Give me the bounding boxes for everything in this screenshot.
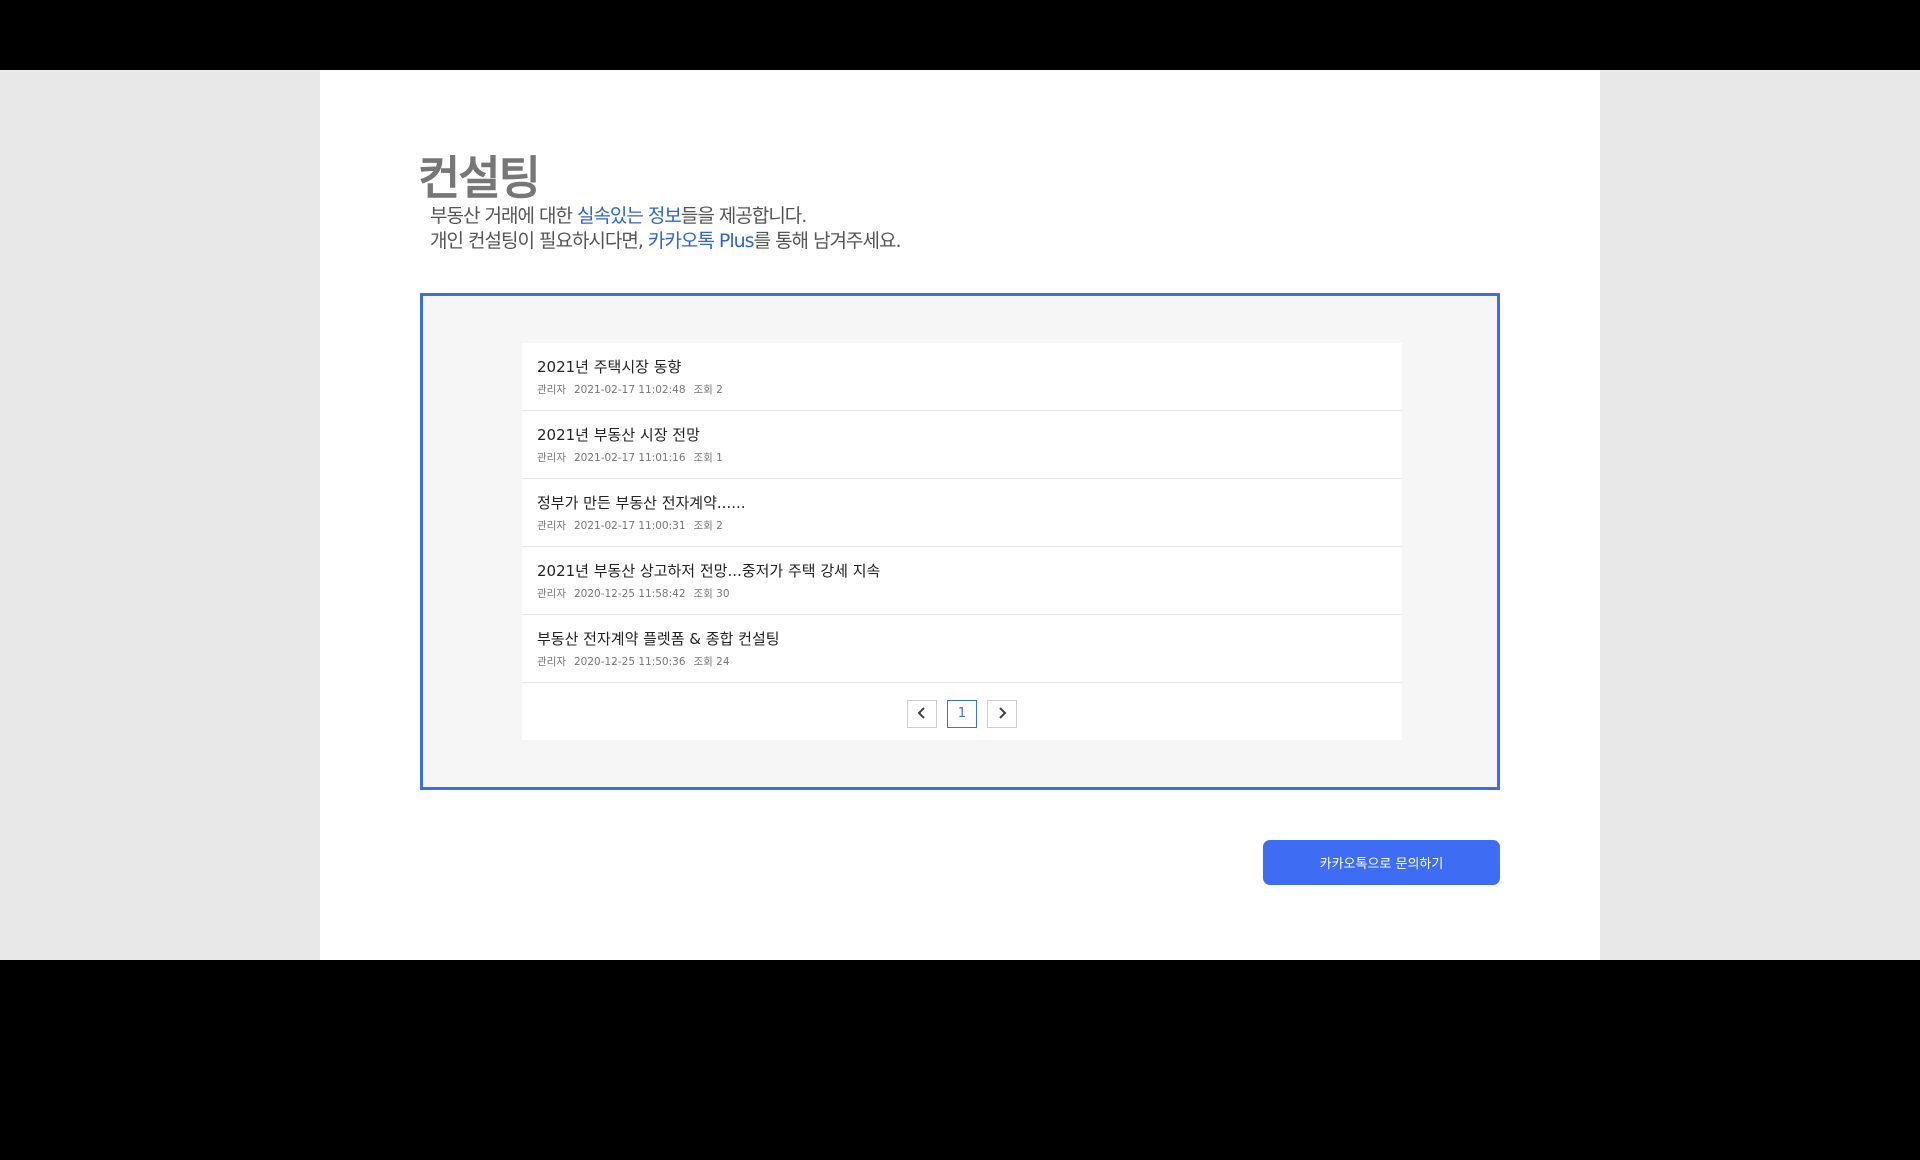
- list-item[interactable]: 부동산 전자계약 플렛폼 & 종합 컨설팅 관리자 2020-12-25 11:5…: [522, 615, 1402, 683]
- list-item[interactable]: 2021년 부동산 시장 전망 관리자 2021-02-17 11:01:16 조회…: [522, 411, 1402, 479]
- post-views: 조회 2: [693, 384, 723, 396]
- list-item[interactable]: 정부가 만든 부동산 전자계약...... 관리자 2021-02-17 11:0…: [522, 479, 1402, 547]
- chevron-left-icon: [917, 706, 925, 719]
- description-line-2: 개인 컨설팅이 필요하시다면, 카카오톡 Plus를 통해 남겨주세요.: [430, 229, 902, 254]
- post-date: 2020-12-25 11:50:36: [573, 656, 686, 668]
- post-date: 2021-02-17 11:00:31: [573, 520, 686, 532]
- post-meta: 관리자 2020-12-25 11:50:36 조회 24: [537, 654, 738, 669]
- next-page-button[interactable]: [987, 700, 1017, 728]
- post-title[interactable]: 2021년 부동산 상고하저 전망...중저가 주택 강세 지속: [537, 560, 880, 581]
- post-author: 관리자: [537, 588, 566, 600]
- list-item[interactable]: 2021년 부동산 상고하저 전망...중저가 주택 강세 지속 관리자 2020…: [522, 547, 1402, 615]
- list-item[interactable]: 2021년 주택시장 동향 관리자 2021-02-17 11:02:48 조회 2: [522, 343, 1402, 411]
- pagination: 1: [522, 700, 1402, 730]
- post-title[interactable]: 부동산 전자계약 플렛폼 & 종합 컨설팅: [537, 628, 780, 649]
- post-views: 조회 1: [693, 452, 723, 464]
- post-date: 2021-02-17 11:02:48: [573, 384, 686, 396]
- post-author: 관리자: [537, 452, 566, 464]
- content-page: 컨설팅 부동산 거래에 대한 실속있는 정보들을 제공합니다. 개인 컨설팅이 …: [320, 70, 1600, 960]
- description-text: 부동산 거래에 대한: [430, 205, 577, 227]
- post-views: 조회 30: [693, 588, 730, 600]
- post-author: 관리자: [537, 384, 566, 396]
- post-list: 2021년 주택시장 동향 관리자 2021-02-17 11:02:48 조회 2…: [522, 343, 1402, 740]
- description-text: 를 통해 남겨주세요.: [753, 230, 902, 252]
- post-meta: 관리자 2020-12-25 11:58:42 조회 30: [537, 586, 738, 601]
- post-title[interactable]: 정부가 만든 부동산 전자계약......: [537, 492, 746, 513]
- description-text: 들을 제공합니다.: [680, 205, 807, 227]
- prev-page-button[interactable]: [907, 700, 937, 728]
- post-views: 조회 24: [693, 656, 730, 668]
- board-frame: 2021년 주택시장 동향 관리자 2021-02-17 11:02:48 조회 2…: [420, 293, 1500, 790]
- post-author: 관리자: [537, 656, 566, 668]
- post-meta: 관리자 2021-02-17 11:02:48 조회 2: [537, 382, 731, 397]
- post-views: 조회 2: [693, 520, 723, 532]
- description-line-1: 부동산 거래에 대한 실속있는 정보들을 제공합니다.: [430, 204, 901, 229]
- post-meta: 관리자 2021-02-17 11:00:31 조회 2: [537, 518, 731, 533]
- post-author: 관리자: [537, 520, 566, 532]
- post-date: 2021-02-17 11:01:16: [573, 452, 686, 464]
- page-title: 컨설팅: [418, 151, 541, 205]
- description-highlight: 실속있는 정보: [576, 205, 682, 227]
- chevron-right-icon: [999, 706, 1007, 719]
- page-number-current[interactable]: 1: [947, 700, 977, 728]
- post-title[interactable]: 2021년 주택시장 동향: [537, 356, 681, 377]
- post-date: 2020-12-25 11:58:42: [573, 588, 686, 600]
- description-highlight: 카카오톡 Plus: [647, 230, 755, 252]
- page-description: 부동산 거래에 대한 실속있는 정보들을 제공합니다. 개인 컨설팅이 필요하시…: [430, 204, 902, 254]
- kakao-inquiry-button[interactable]: 카카오톡으로 문의하기: [1263, 840, 1500, 885]
- post-meta: 관리자 2021-02-17 11:01:16 조회 1: [537, 450, 731, 465]
- post-title[interactable]: 2021년 부동산 시장 전망: [537, 424, 700, 445]
- description-text: 개인 컨설팅이 필요하시다면,: [430, 230, 648, 252]
